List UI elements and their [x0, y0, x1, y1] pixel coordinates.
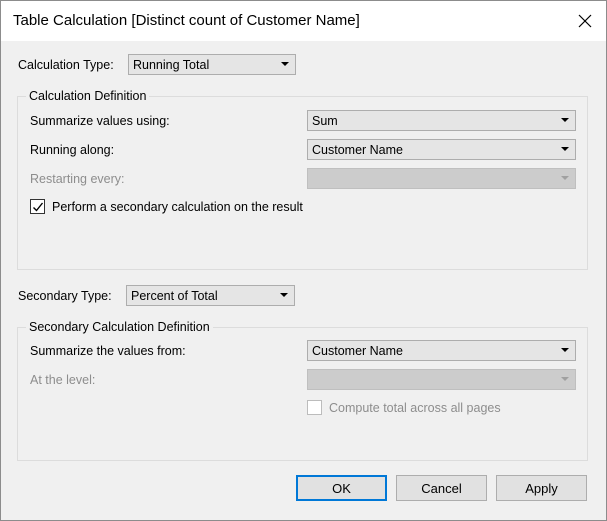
at-level-select: [307, 369, 576, 390]
apply-button[interactable]: Apply: [496, 475, 587, 501]
compute-total-checkbox: [307, 400, 322, 415]
secondary-type-value: Percent of Total: [131, 289, 218, 303]
chevron-down-icon: [281, 62, 289, 66]
secondary-calculation-checkbox[interactable]: [30, 199, 45, 214]
calculation-type-label: Calculation Type:: [18, 58, 114, 72]
summarize-values-label: Summarize values using:: [30, 114, 170, 128]
calculation-definition-title: Calculation Definition: [26, 89, 150, 103]
summarize-from-value: Customer Name: [312, 344, 403, 358]
restarting-every-label: Restarting every:: [30, 172, 125, 186]
chevron-down-icon: [561, 348, 569, 352]
calculation-type-select[interactable]: Running Total: [128, 54, 296, 75]
title-bar: Table Calculation [Distinct count of Cus…: [1, 1, 606, 41]
secondary-type-select[interactable]: Percent of Total: [126, 285, 295, 306]
calculation-type-value: Running Total: [133, 58, 210, 72]
secondary-calculation-label[interactable]: Perform a secondary calculation on the r…: [52, 200, 303, 214]
summarize-from-label: Summarize the values from:: [30, 344, 186, 358]
close-icon[interactable]: [574, 10, 596, 32]
running-along-label: Running along:: [30, 143, 115, 157]
cancel-button[interactable]: Cancel: [396, 475, 487, 501]
compute-total-label: Compute total across all pages: [329, 401, 501, 415]
summarize-from-select[interactable]: Customer Name: [307, 340, 576, 361]
table-calculation-dialog: Table Calculation [Distinct count of Cus…: [0, 0, 607, 521]
chevron-down-icon: [561, 147, 569, 151]
chevron-down-icon: [561, 377, 569, 381]
secondary-calculation-definition-title: Secondary Calculation Definition: [26, 320, 213, 334]
restarting-every-select: [307, 168, 576, 189]
chevron-down-icon: [280, 293, 288, 297]
dialog-title: Table Calculation [Distinct count of Cus…: [13, 12, 360, 29]
chevron-down-icon: [561, 176, 569, 180]
running-along-value: Customer Name: [312, 143, 403, 157]
running-along-select[interactable]: Customer Name: [307, 139, 576, 160]
summarize-values-value: Sum: [312, 114, 338, 128]
summarize-values-select[interactable]: Sum: [307, 110, 576, 131]
chevron-down-icon: [561, 118, 569, 122]
checkmark-icon: [33, 202, 44, 212]
secondary-type-label: Secondary Type:: [18, 289, 112, 303]
at-level-label: At the level:: [30, 373, 96, 387]
ok-button[interactable]: OK: [296, 475, 387, 501]
